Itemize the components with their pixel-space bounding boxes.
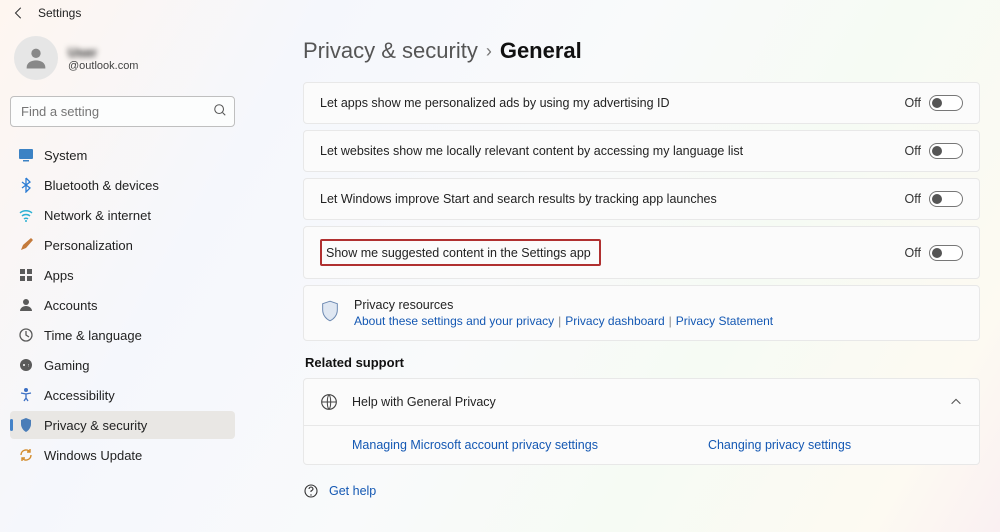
get-help-link[interactable]: Get help	[329, 484, 376, 498]
back-button[interactable]	[12, 6, 26, 20]
highlight-box: Show me suggested content in the Setting…	[320, 239, 601, 266]
nav-privacy-security[interactable]: Privacy & security	[10, 411, 235, 439]
accounts-icon	[18, 297, 34, 313]
expander-title: Help with General Privacy	[352, 395, 496, 409]
brush-icon	[18, 237, 34, 253]
nav-time-language[interactable]: Time & language	[10, 321, 235, 349]
wifi-icon	[18, 207, 34, 223]
related-support-heading: Related support	[305, 355, 980, 370]
nav-label: Accounts	[44, 298, 97, 313]
nav-label: Privacy & security	[44, 418, 147, 433]
shield-icon	[18, 417, 34, 433]
expander-header[interactable]: Help with General Privacy	[304, 379, 979, 425]
nav-label: Time & language	[44, 328, 142, 343]
nav-label: Personalization	[44, 238, 133, 253]
help-icon	[303, 483, 319, 499]
link-manage-account-privacy[interactable]: Managing Microsoft account privacy setti…	[352, 438, 598, 452]
link-about-settings[interactable]: About these settings and your privacy	[354, 314, 554, 328]
toggle-state: Off	[905, 144, 921, 158]
search-wrap	[10, 96, 235, 127]
setting-label: Let Windows improve Start and search res…	[320, 192, 717, 206]
get-help-row: Get help	[303, 483, 980, 499]
resources-title: Privacy resources	[354, 298, 773, 312]
link-changing-privacy[interactable]: Changing privacy settings	[708, 438, 851, 452]
avatar	[14, 36, 58, 80]
setting-label: Show me suggested content in the Setting…	[326, 246, 591, 260]
nav-network[interactable]: Network & internet	[10, 201, 235, 229]
setting-row-suggested-content: Show me suggested content in the Setting…	[303, 226, 980, 279]
clock-icon	[18, 327, 34, 343]
main-content: Privacy & security › General Let apps sh…	[245, 22, 1000, 532]
bluetooth-icon	[18, 177, 34, 193]
toggle-switch[interactable]	[929, 95, 963, 111]
accessibility-icon	[18, 387, 34, 403]
nav-label: Apps	[44, 268, 74, 283]
link-privacy-dashboard[interactable]: Privacy dashboard	[565, 314, 664, 328]
toggle-switch[interactable]	[929, 143, 963, 159]
breadcrumb: Privacy & security › General	[303, 38, 980, 64]
gaming-icon	[18, 357, 34, 373]
nav-system[interactable]: System	[10, 141, 235, 169]
setting-label: Let websites show me locally relevant co…	[320, 144, 743, 158]
setting-row-language-list: Let websites show me locally relevant co…	[303, 130, 980, 172]
nav-gaming[interactable]: Gaming	[10, 351, 235, 379]
nav-label: Network & internet	[44, 208, 151, 223]
toggle-switch[interactable]	[929, 245, 963, 261]
search-input[interactable]	[10, 96, 235, 127]
nav-personalization[interactable]: Personalization	[10, 231, 235, 259]
chevron-up-icon	[949, 395, 963, 409]
window-title: Settings	[38, 6, 81, 20]
nav-label: Windows Update	[44, 448, 142, 463]
setting-label: Let apps show me personalized ads by usi…	[320, 96, 670, 110]
chevron-right-icon: ›	[486, 41, 492, 62]
shield-icon	[320, 300, 340, 322]
globe-icon	[320, 393, 338, 411]
nav-apps[interactable]: Apps	[10, 261, 235, 289]
expander-body: Managing Microsoft account privacy setti…	[304, 425, 979, 464]
apps-icon	[18, 267, 34, 283]
breadcrumb-current: General	[500, 38, 582, 64]
user-email: @outlook.com	[68, 60, 138, 72]
user-profile[interactable]: User @outlook.com	[10, 30, 235, 90]
nav-list: System Bluetooth & devices Network & int…	[10, 141, 235, 469]
nav-label: System	[44, 148, 87, 163]
sidebar: User @outlook.com System Bluetooth & dev…	[0, 22, 245, 532]
toggle-switch[interactable]	[929, 191, 963, 207]
setting-row-app-launches: Let Windows improve Start and search res…	[303, 178, 980, 220]
system-icon	[18, 147, 34, 163]
user-name: User	[68, 45, 138, 60]
resources-links: About these settings and your privacy|Pr…	[354, 314, 773, 328]
setting-row-advertising-id: Let apps show me personalized ads by usi…	[303, 82, 980, 124]
nav-accessibility[interactable]: Accessibility	[10, 381, 235, 409]
link-privacy-statement[interactable]: Privacy Statement	[676, 314, 773, 328]
toggle-state: Off	[905, 192, 921, 206]
search-icon	[213, 103, 227, 117]
nav-windows-update[interactable]: Windows Update	[10, 441, 235, 469]
breadcrumb-parent[interactable]: Privacy & security	[303, 38, 478, 64]
toggle-state: Off	[905, 246, 921, 260]
toggle-state: Off	[905, 96, 921, 110]
privacy-resources-card: Privacy resources About these settings a…	[303, 285, 980, 341]
nav-bluetooth[interactable]: Bluetooth & devices	[10, 171, 235, 199]
nav-label: Accessibility	[44, 388, 115, 403]
help-expander: Help with General Privacy Managing Micro…	[303, 378, 980, 465]
update-icon	[18, 447, 34, 463]
nav-accounts[interactable]: Accounts	[10, 291, 235, 319]
nav-label: Bluetooth & devices	[44, 178, 159, 193]
nav-label: Gaming	[44, 358, 90, 373]
titlebar: Settings	[0, 0, 1000, 22]
